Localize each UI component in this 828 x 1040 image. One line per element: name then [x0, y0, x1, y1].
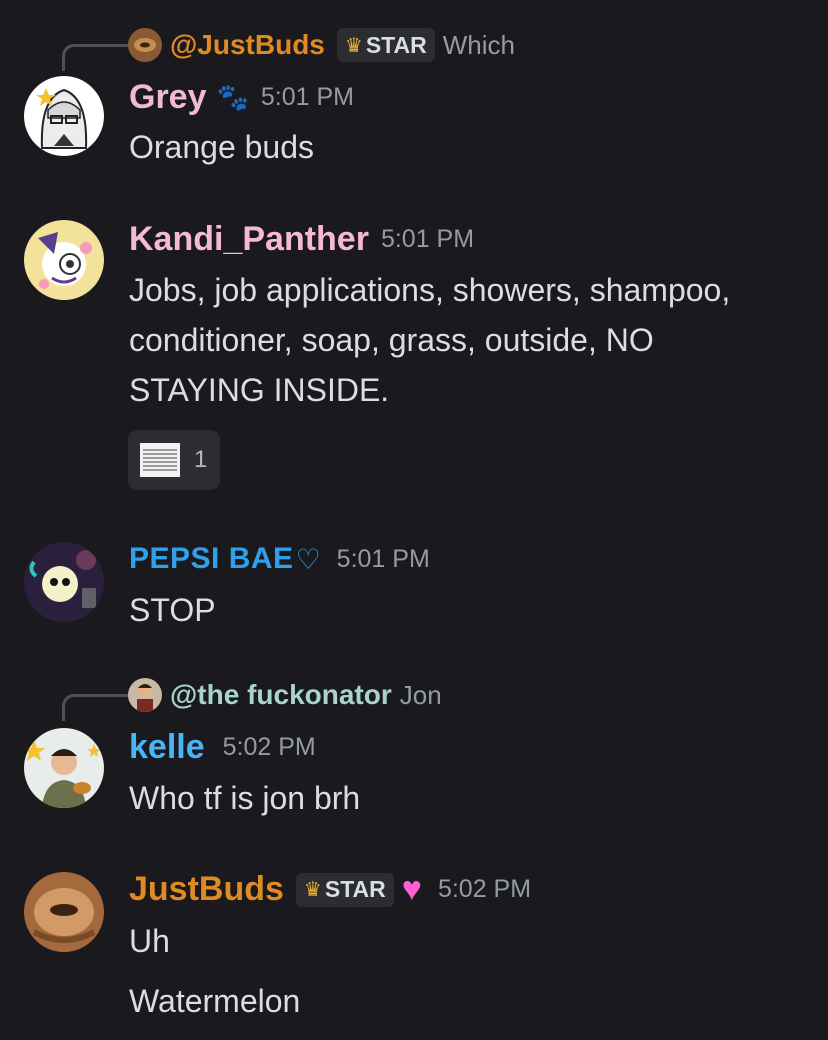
- reply-avatar-justbuds: [128, 28, 162, 62]
- reply-username[interactable]: @JustBuds: [170, 29, 325, 61]
- username-grey[interactable]: Grey: [129, 78, 207, 117]
- reply-preview[interactable]: @the fuckonator Jon: [128, 678, 442, 712]
- avatar-kandi-panther[interactable]: [24, 220, 104, 300]
- reply-avatar-the-fuckonator: [128, 678, 162, 712]
- server-tag: ♛ STAR: [295, 872, 394, 907]
- reply-connector: [62, 694, 129, 721]
- pink-heart-icon: ♥: [401, 870, 422, 908]
- timestamp: 5:01 PM: [336, 544, 430, 573]
- server-tag-label: STAR: [324, 876, 386, 902]
- message-text: Who tf is jon brh: [129, 780, 361, 816]
- timestamp: 5:01 PM: [380, 225, 475, 253]
- message-header: kelle 5:02 PM: [129, 728, 316, 767]
- reply-text: Which: [442, 29, 515, 60]
- message-text: Uh: [129, 923, 170, 959]
- reply-username[interactable]: @the fuckonator: [170, 679, 392, 711]
- timestamp: 5:02 PM: [222, 733, 316, 761]
- attachment-thumbnail[interactable]: 1: [128, 430, 220, 490]
- message-header: JustBuds ♛ STAR ♥ 5:02 PM: [129, 870, 531, 909]
- attachment-count: 1: [194, 446, 208, 473]
- server-tag-label: STAR: [365, 31, 427, 58]
- reply-preview[interactable]: @JustBuds ♛ STAR Which: [128, 28, 515, 62]
- username-kelle[interactable]: kelle: [129, 728, 205, 767]
- timestamp: 5:01 PM: [260, 83, 354, 111]
- crown-icon: ♛: [344, 34, 363, 57]
- message-header: Grey 🐾 5:01 PM: [129, 78, 354, 117]
- avatar-kelle[interactable]: [24, 728, 104, 808]
- document-icon: [140, 443, 180, 477]
- message-text: Watermelon: [129, 983, 301, 1019]
- timestamp: 5:02 PM: [437, 875, 532, 903]
- reply-text: Jon: [399, 679, 442, 710]
- server-tag: ♛ STAR: [336, 28, 435, 62]
- message-header: Kandi_Panther 5:01 PM: [129, 220, 474, 259]
- message-text: STOP: [129, 592, 216, 628]
- message-header: PEPSI BAE ♡ 5:01 PM: [129, 542, 430, 576]
- reply-connector: [62, 44, 129, 71]
- avatar-justbuds[interactable]: [24, 872, 104, 952]
- crown-icon: ♛: [303, 879, 322, 901]
- message-text: Jobs, job applications, showers, shampoo…: [129, 272, 731, 408]
- cyan-heart-icon: ♡: [295, 543, 321, 575]
- avatar-grey[interactable]: [24, 76, 104, 156]
- avatar-pepsi-bae[interactable]: [24, 542, 104, 622]
- username-justbuds[interactable]: JustBuds: [129, 870, 284, 909]
- paw-prints-icon: 🐾: [216, 82, 249, 112]
- username-pepsi-bae[interactable]: PEPSI BAE: [129, 542, 294, 576]
- message-text: Orange buds: [129, 129, 315, 165]
- username-kandi-panther[interactable]: Kandi_Panther: [129, 220, 369, 259]
- chat-message-list: @JustBuds ♛ STAR Which Grey 🐾 5:01 PM Or…: [0, 0, 828, 1040]
